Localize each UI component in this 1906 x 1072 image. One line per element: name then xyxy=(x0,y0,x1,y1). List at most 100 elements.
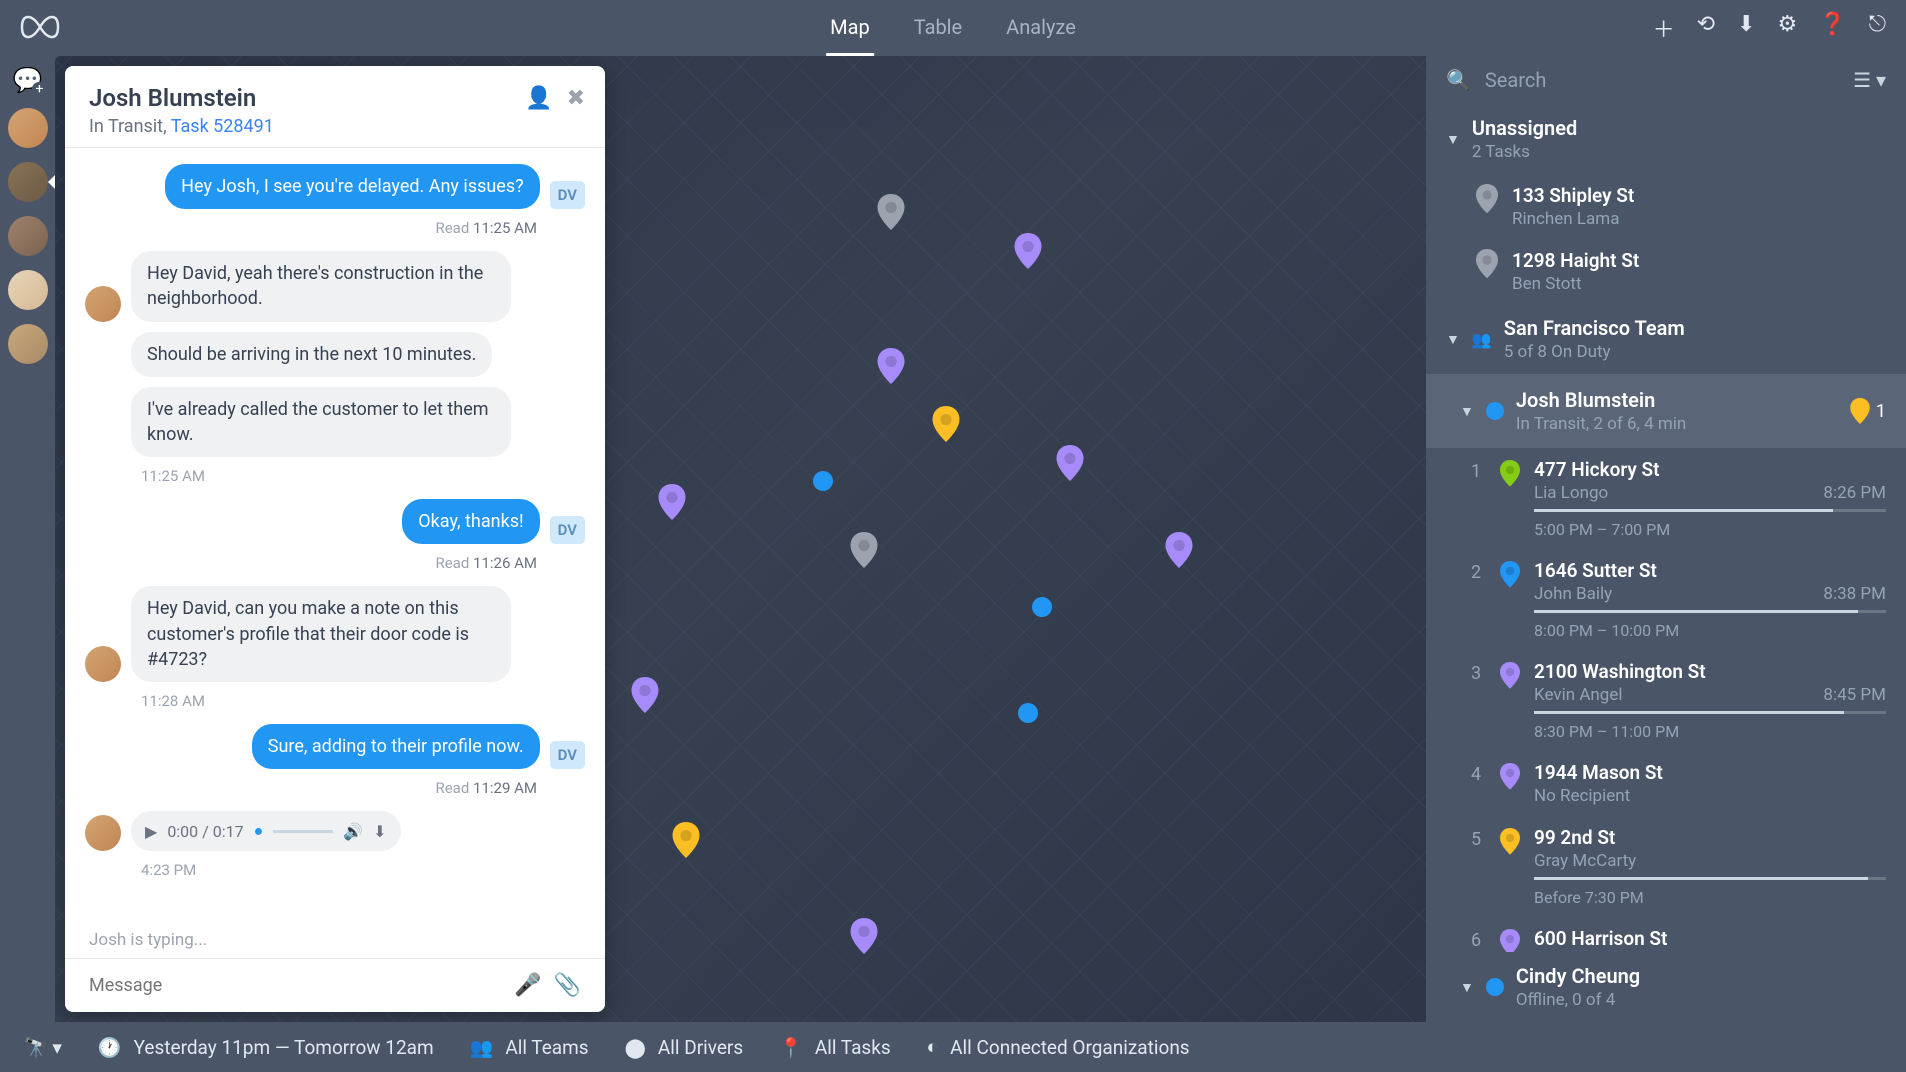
avatar-4[interactable] xyxy=(8,270,48,310)
team-icon: 👥 xyxy=(1472,330,1492,349)
avatar-3[interactable] xyxy=(8,216,48,256)
search-row: 🔍 ☰ ▾ xyxy=(1426,56,1906,104)
clock-icon: 🕐 xyxy=(98,1036,122,1059)
map-pin[interactable] xyxy=(672,822,700,858)
time-filter[interactable]: 🕐Yesterday 11pm — Tomorrow 12am xyxy=(98,1036,434,1059)
chat-status: In Transit, Task 528491 xyxy=(89,116,581,137)
stop-item[interactable]: 599 2nd StGray McCartyBefore 7:30 PM xyxy=(1426,816,1906,917)
leftbar: 💬 xyxy=(0,56,55,1022)
chat-task-link[interactable]: Task 528491 xyxy=(171,116,274,137)
stop-item[interactable]: 41944 Mason StNo Recipient xyxy=(1426,751,1906,816)
avatar-5[interactable] xyxy=(8,324,48,364)
chat-add-icon[interactable]: 💬 xyxy=(13,66,43,94)
map-pin[interactable] xyxy=(1165,532,1193,568)
list-view-icon[interactable]: ☰ ▾ xyxy=(1853,68,1886,92)
orgs-filter[interactable]: ◐All Connected Organizations xyxy=(927,1035,1190,1059)
map-pin[interactable] xyxy=(1018,703,1038,723)
help-icon[interactable]: ❓ xyxy=(1819,12,1846,44)
volume-icon[interactable]: 🔊 xyxy=(343,822,363,841)
stop-item[interactable]: 32100 Washington StKevin Angel8:45 PM8:3… xyxy=(1426,650,1906,751)
map-pin[interactable] xyxy=(1056,445,1084,481)
avatar-2[interactable] xyxy=(8,162,48,202)
avatar xyxy=(85,286,121,322)
gear-icon[interactable]: ⚙ xyxy=(1777,12,1797,44)
chat-body: Hey Josh, I see you're delayed. Any issu… xyxy=(65,148,605,922)
profile-icon[interactable]: 👤 xyxy=(525,86,552,111)
tab-table[interactable]: Table xyxy=(910,1,966,56)
map-pin[interactable] xyxy=(850,532,878,568)
search-input[interactable] xyxy=(1485,68,1839,92)
message-in: Should be arriving in the next 10 minute… xyxy=(131,332,492,377)
sidebar: 🔍 ☰ ▾ ▼ Unassigned 2 Tasks 133 Shipley S… xyxy=(1426,56,1906,1022)
logout-icon[interactable]: ⎋ xyxy=(1869,12,1886,44)
map-pin[interactable] xyxy=(631,677,659,713)
message-in: Hey David, can you make a note on this c… xyxy=(131,586,511,682)
tab-map[interactable]: Map xyxy=(826,1,874,56)
download-icon[interactable]: ⬇ xyxy=(373,822,386,841)
download-icon[interactable]: ⬇ xyxy=(1737,12,1755,44)
tab-analyze[interactable]: Analyze xyxy=(1002,1,1080,56)
badge: DV xyxy=(550,741,585,769)
chat-name: Josh Blumstein xyxy=(89,84,581,112)
driver-badge: 1 xyxy=(1850,398,1886,424)
map-pin[interactable] xyxy=(1014,233,1042,269)
caret-icon: ▼ xyxy=(1460,979,1474,996)
top-tabs: Map Table Analyze xyxy=(826,1,1080,56)
map-pin[interactable] xyxy=(877,194,905,230)
attach-icon[interactable]: 📎 xyxy=(554,973,581,998)
map-pin[interactable] xyxy=(877,348,905,384)
avatar xyxy=(85,646,121,682)
driver2-header[interactable]: ▼ Cindy Cheung Offline, 0 of 4 xyxy=(1426,952,1906,1022)
stop-item[interactable]: 21646 Sutter StJohn Baily8:38 PM8:00 PM … xyxy=(1426,549,1906,650)
team-icon: 👥 xyxy=(470,1036,494,1059)
task-item[interactable]: 133 Shipley StRinchen Lama xyxy=(1426,174,1906,239)
avatar-1[interactable] xyxy=(8,108,48,148)
org-icon: ◐ xyxy=(927,1035,938,1059)
driver-header[interactable]: ▼ Josh Blumstein In Transit, 2 of 6, 4 m… xyxy=(1426,374,1906,448)
add-icon[interactable]: ＋ xyxy=(1653,12,1675,44)
search-icon[interactable]: 🔍 xyxy=(1446,68,1471,92)
map-pin[interactable] xyxy=(932,406,960,442)
stop-item[interactable]: 6600 Harrison StBrian Rekasis xyxy=(1426,917,1906,952)
map-pin[interactable] xyxy=(1032,597,1052,617)
import-icon[interactable]: ⟲ xyxy=(1697,12,1715,44)
map-pin[interactable] xyxy=(813,471,833,491)
logo xyxy=(20,9,60,47)
tasks-filter[interactable]: 📍All Tasks xyxy=(779,1036,891,1059)
chat-input-row: 🎤 📎 xyxy=(65,958,605,1012)
top-icons: ＋ ⟲ ⬇ ⚙ ❓ ⎋ xyxy=(1653,12,1886,44)
topbar: Map Table Analyze ＋ ⟲ ⬇ ⚙ ❓ ⎋ xyxy=(0,0,1906,56)
message-in: I've already called the customer to let … xyxy=(131,387,511,457)
close-icon[interactable]: ✖ xyxy=(567,86,585,111)
driver-status-dot xyxy=(1486,978,1504,996)
map-pin[interactable] xyxy=(658,484,686,520)
pin-icon: 📍 xyxy=(779,1036,803,1059)
teams-filter[interactable]: 👥All Teams xyxy=(470,1036,589,1059)
stop-item[interactable]: 1477 Hickory StLia Longo8:26 PM5:00 PM –… xyxy=(1426,448,1906,549)
task-item[interactable]: 1298 Haight StBen Stott xyxy=(1426,239,1906,304)
audio-message[interactable]: ▶0:00 / 0:17●🔊⬇ xyxy=(131,811,401,851)
drivers-filter[interactable]: ⬤All Drivers xyxy=(625,1036,744,1059)
caret-icon: ▼ xyxy=(1446,331,1460,348)
badge: DV xyxy=(550,181,585,209)
message-out: Sure, adding to their profile now. xyxy=(252,724,540,769)
chat-header: Josh Blumstein In Transit, Task 528491 👤… xyxy=(65,66,605,148)
caret-icon: ▼ xyxy=(1446,131,1460,148)
badge: DV xyxy=(550,516,585,544)
binoculars-icon[interactable]: 🔭 ▾ xyxy=(24,1036,62,1059)
map-area[interactable]: Josh Blumstein In Transit, Task 528491 👤… xyxy=(55,56,1426,1022)
map-pin[interactable] xyxy=(850,918,878,954)
message-in: Hey David, yeah there's construction in … xyxy=(131,251,511,321)
play-icon[interactable]: ▶ xyxy=(145,822,157,841)
team-header[interactable]: ▼ 👥 San Francisco Team 5 of 8 On Duty xyxy=(1426,304,1906,374)
typing-indicator: Josh is typing... xyxy=(65,922,605,958)
driver-status-dot xyxy=(1486,402,1504,420)
caret-icon: ▼ xyxy=(1460,403,1474,420)
message-out: Hey Josh, I see you're delayed. Any issu… xyxy=(165,164,539,209)
message-out: Okay, thanks! xyxy=(402,499,539,544)
chat-input[interactable] xyxy=(89,975,502,996)
unassigned-header[interactable]: ▼ Unassigned 2 Tasks xyxy=(1426,104,1906,174)
mic-icon[interactable]: 🎤 xyxy=(514,973,541,998)
circle-icon: ⬤ xyxy=(625,1036,646,1059)
chat-panel: Josh Blumstein In Transit, Task 528491 👤… xyxy=(65,66,605,1012)
